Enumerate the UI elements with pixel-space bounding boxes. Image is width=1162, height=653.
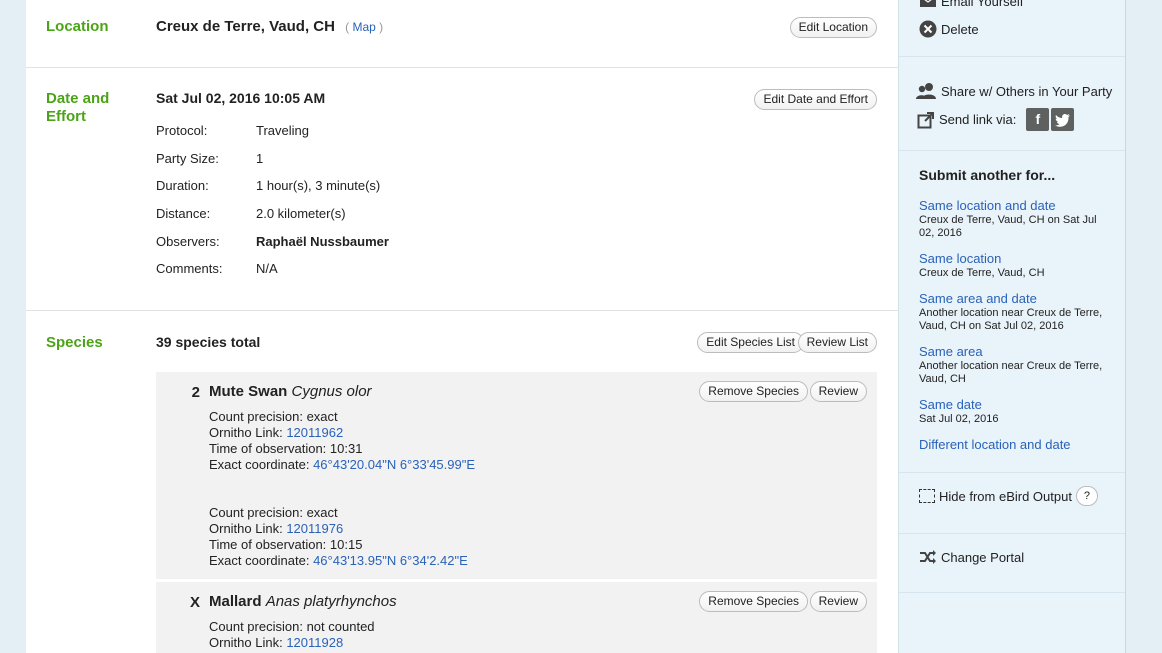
observation-2: Count precision: exact Ornitho Link: 120…	[209, 505, 468, 568]
same-location-desc: Creux de Terre, Vaud, CH	[919, 267, 1045, 279]
same-location-date-desc: Creux de Terre, Vaud, CH on Sat Jul 02, …	[919, 214, 1097, 239]
observer-name: Raphaël Nussbaumer	[256, 234, 389, 249]
coordinate-link[interactable]: 46°43'20.04"N 6°33'45.99"E	[313, 457, 475, 472]
species-label: Species	[46, 334, 103, 351]
divider	[899, 472, 1125, 473]
same-date-link[interactable]: Same date	[919, 397, 982, 412]
location-name: Creux de Terre, Vaud, CH	[156, 18, 335, 35]
divider	[899, 592, 1125, 593]
ornitho-link[interactable]: 12011928	[286, 635, 343, 650]
edit-location-button[interactable]: Edit Location	[789, 17, 877, 38]
delete-icon	[919, 20, 937, 38]
hide-ebird-output-item: Hide from eBird Output ?	[919, 486, 1098, 506]
distance-row: Distance: 2.0 kilometer(s)	[156, 206, 346, 221]
share-party-item[interactable]: Share w/ Others in Your Party	[915, 82, 1112, 100]
species-entry-mallard: X Mallard Anas platyrhynchos Remove Spec…	[156, 582, 877, 653]
remove-species-button[interactable]: Remove Species	[699, 591, 808, 612]
species-name: Mute Swan Cygnus olor	[209, 383, 372, 400]
species-entry-mute-swan: 2 Mute Swan Cygnus olor Remove Species R…	[156, 372, 877, 579]
common-name: Mallard	[209, 593, 262, 610]
species-count: 2	[191, 384, 200, 401]
observation-1: Count precision: exact Ornitho Link: 120…	[209, 409, 476, 472]
email-yourself-item[interactable]: Email Yourself	[919, 0, 1023, 10]
same-area-date-desc: Another location near Creux de Terre, Va…	[919, 307, 1103, 332]
hide-checkbox-icon[interactable]	[919, 489, 935, 503]
scientific-name: Cygnus olor	[291, 383, 372, 400]
map-link[interactable]: Map	[352, 20, 375, 34]
observers-row: Observers: Raphaël Nussbaumer	[156, 234, 389, 249]
comments-row: Comments: N/A	[156, 261, 278, 276]
divider	[899, 150, 1125, 151]
observation-1: Count precision: not counted Ornitho Lin…	[209, 619, 375, 650]
send-link-row: Send link via: f	[917, 108, 1075, 131]
sidebar: Email Yourself Delete Share w/ Others in…	[898, 0, 1126, 653]
location-section: Location Creux de Terre, Vaud, CH ( Map …	[26, 0, 898, 68]
shuffle-icon	[919, 548, 937, 566]
help-button[interactable]: ?	[1075, 486, 1098, 506]
divider	[899, 533, 1125, 534]
divider	[899, 56, 1125, 57]
ornitho-link[interactable]: 12011962	[286, 425, 343, 440]
submit-another-heading: Submit another for...	[919, 167, 1056, 183]
ornitho-link[interactable]: 12011976	[286, 521, 343, 536]
delete-item[interactable]: Delete	[919, 20, 979, 38]
same-area-date-link[interactable]: Same area and date	[919, 291, 1037, 306]
location-name-row: Creux de Terre, Vaud, CH ( Map )	[156, 18, 383, 35]
scientific-name: Anas platyrhynchos	[265, 593, 397, 610]
checklist-datetime: Sat Jul 02, 2016 10:05 AM	[156, 90, 326, 106]
checklist-main: Location Creux de Terre, Vaud, CH ( Map …	[26, 0, 898, 653]
species-count: X	[189, 594, 200, 611]
location-label: Location	[46, 18, 109, 35]
date-effort-label: Date and Effort	[46, 90, 110, 125]
duration-row: Duration: 1 hour(s), 3 minute(s)	[156, 178, 381, 193]
review-list-button[interactable]: Review List	[797, 332, 877, 353]
people-icon	[915, 82, 937, 100]
species-total: 39 species total	[156, 334, 261, 350]
change-portal-item[interactable]: Change Portal	[919, 548, 1024, 566]
envelope-icon	[919, 0, 937, 10]
same-location-date-link[interactable]: Same location and date	[919, 198, 1056, 213]
different-location-date-link[interactable]: Different location and date	[919, 437, 1071, 452]
same-date-desc: Sat Jul 02, 2016	[919, 413, 999, 425]
map-link-wrapper: ( Map )	[345, 20, 384, 34]
same-area-link[interactable]: Same area	[919, 344, 983, 359]
same-area-desc: Another location near Creux de Terre, Va…	[919, 360, 1103, 385]
review-species-button[interactable]: Review	[809, 381, 867, 402]
external-link-icon	[917, 111, 935, 129]
twitter-icon[interactable]	[1051, 108, 1075, 131]
species-name: Mallard Anas platyrhynchos	[209, 593, 397, 610]
species-section: Species 39 species total Edit Species Li…	[26, 311, 898, 653]
coordinate-link[interactable]: 46°43'13.95"N 6°34'2.42"E	[313, 553, 468, 568]
edit-species-list-button[interactable]: Edit Species List	[697, 332, 804, 353]
party-size-row: Party Size: 1	[156, 151, 264, 166]
same-location-link[interactable]: Same location	[919, 251, 1001, 266]
date-effort-section: Date and Effort Sat Jul 02, 2016 10:05 A…	[26, 68, 898, 311]
protocol-row: Protocol: Traveling	[156, 123, 309, 138]
review-species-button[interactable]: Review	[809, 591, 867, 612]
edit-date-effort-button[interactable]: Edit Date and Effort	[754, 89, 877, 110]
facebook-icon[interactable]: f	[1026, 108, 1050, 131]
remove-species-button[interactable]: Remove Species	[699, 381, 808, 402]
common-name: Mute Swan	[209, 383, 288, 400]
